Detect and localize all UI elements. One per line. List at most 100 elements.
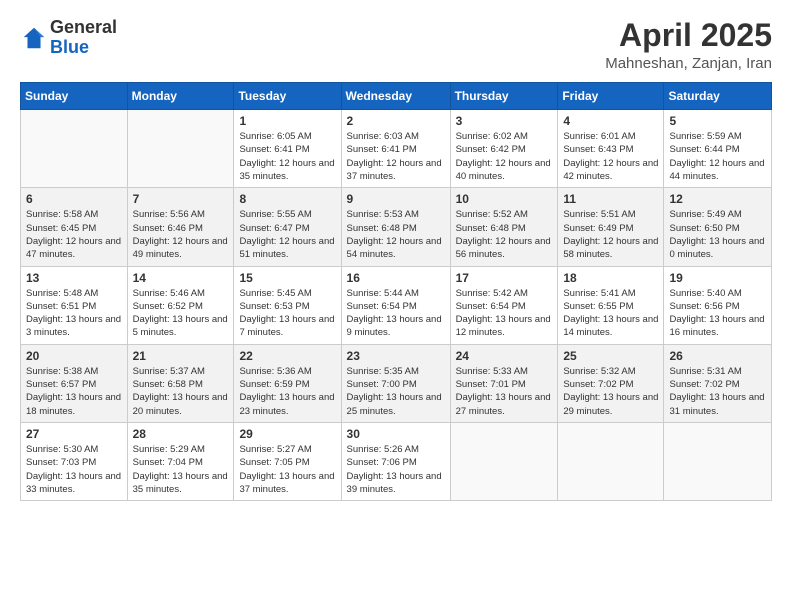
day-info: Sunrise: 6:03 AMSunset: 6:41 PMDaylight:…	[347, 130, 445, 183]
day-info: Sunrise: 5:55 AMSunset: 6:47 PMDaylight:…	[239, 208, 335, 261]
day-info: Sunrise: 5:32 AMSunset: 7:02 PMDaylight:…	[563, 365, 658, 418]
location-title: Mahneshan, Zanjan, Iran	[605, 55, 772, 72]
day-number: 7	[133, 192, 229, 206]
calendar-cell: 27 Sunrise: 5:30 AMSunset: 7:03 PMDayligh…	[21, 422, 128, 500]
weekday-header-thursday: Thursday	[450, 83, 558, 110]
day-number: 15	[239, 271, 335, 285]
day-info: Sunrise: 5:44 AMSunset: 6:54 PMDaylight:…	[347, 287, 445, 340]
day-number: 20	[26, 349, 122, 363]
day-info: Sunrise: 5:31 AMSunset: 7:02 PMDaylight:…	[669, 365, 766, 418]
day-info: Sunrise: 5:49 AMSunset: 6:50 PMDaylight:…	[669, 208, 766, 261]
calendar-cell: 17 Sunrise: 5:42 AMSunset: 6:54 PMDayligh…	[450, 266, 558, 344]
weekday-header-wednesday: Wednesday	[341, 83, 450, 110]
weekday-header-row: SundayMondayTuesdayWednesdayThursdayFrid…	[21, 83, 772, 110]
day-info: Sunrise: 5:30 AMSunset: 7:03 PMDaylight:…	[26, 443, 122, 496]
day-number: 6	[26, 192, 122, 206]
calendar-cell: 28 Sunrise: 5:29 AMSunset: 7:04 PMDayligh…	[127, 422, 234, 500]
weekday-header-monday: Monday	[127, 83, 234, 110]
day-number: 19	[669, 271, 766, 285]
calendar-cell	[664, 422, 772, 500]
calendar-cell: 14 Sunrise: 5:46 AMSunset: 6:52 PMDayligh…	[127, 266, 234, 344]
calendar-cell: 19 Sunrise: 5:40 AMSunset: 6:56 PMDayligh…	[664, 266, 772, 344]
calendar-cell: 23 Sunrise: 5:35 AMSunset: 7:00 PMDayligh…	[341, 344, 450, 422]
day-info: Sunrise: 5:29 AMSunset: 7:04 PMDaylight:…	[133, 443, 229, 496]
day-number: 2	[347, 114, 445, 128]
calendar-cell: 10 Sunrise: 5:52 AMSunset: 6:48 PMDayligh…	[450, 188, 558, 266]
day-number: 24	[456, 349, 553, 363]
day-number: 9	[347, 192, 445, 206]
calendar-cell: 22Sunrise: 5:36 AMSunset: 6:59 PMDayligh…	[234, 344, 341, 422]
day-number: 28	[133, 427, 229, 441]
day-number: 25	[563, 349, 658, 363]
calendar-cell: 20Sunrise: 5:38 AMSunset: 6:57 PMDayligh…	[21, 344, 128, 422]
day-number: 21	[133, 349, 229, 363]
day-number: 13	[26, 271, 122, 285]
day-number: 29	[239, 427, 335, 441]
title-block: April 2025 Mahneshan, Zanjan, Iran	[605, 18, 772, 72]
calendar-cell	[21, 110, 128, 188]
day-info: Sunrise: 5:59 AMSunset: 6:44 PMDaylight:…	[669, 130, 766, 183]
day-number: 10	[456, 192, 553, 206]
day-number: 23	[347, 349, 445, 363]
logo-blue: Blue	[50, 37, 89, 57]
day-info: Sunrise: 5:51 AMSunset: 6:49 PMDaylight:…	[563, 208, 658, 261]
calendar-cell	[450, 422, 558, 500]
month-title: April 2025	[605, 18, 772, 53]
day-number: 27	[26, 427, 122, 441]
calendar-cell: 4 Sunrise: 6:01 AMSunset: 6:43 PMDaylight…	[558, 110, 664, 188]
calendar-cell: 7 Sunrise: 5:56 AMSunset: 6:46 PMDaylight…	[127, 188, 234, 266]
week-row-4: 20Sunrise: 5:38 AMSunset: 6:57 PMDayligh…	[21, 344, 772, 422]
week-row-5: 27 Sunrise: 5:30 AMSunset: 7:03 PMDayligh…	[21, 422, 772, 500]
calendar-cell: 9 Sunrise: 5:53 AMSunset: 6:48 PMDaylight…	[341, 188, 450, 266]
day-info: Sunrise: 5:33 AMSunset: 7:01 PMDaylight:…	[456, 365, 553, 418]
day-info: Sunrise: 5:52 AMSunset: 6:48 PMDaylight:…	[456, 208, 553, 261]
day-info: Sunrise: 5:35 AMSunset: 7:00 PMDaylight:…	[347, 365, 445, 418]
day-number: 17	[456, 271, 553, 285]
calendar-cell: 26 Sunrise: 5:31 AMSunset: 7:02 PMDayligh…	[664, 344, 772, 422]
day-number: 11	[563, 192, 658, 206]
week-row-1: 1 Sunrise: 6:05 AMSunset: 6:41 PMDaylight…	[21, 110, 772, 188]
calendar-cell: 11 Sunrise: 5:51 AMSunset: 6:49 PMDayligh…	[558, 188, 664, 266]
day-info: Sunrise: 5:26 AMSunset: 7:06 PMDaylight:…	[347, 443, 445, 496]
day-number: 16	[347, 271, 445, 285]
day-info: Sunrise: 6:02 AMSunset: 6:42 PMDaylight:…	[456, 130, 553, 183]
weekday-header-friday: Friday	[558, 83, 664, 110]
weekday-header-tuesday: Tuesday	[234, 83, 341, 110]
day-info: Sunrise: 5:27 AMSunset: 7:05 PMDaylight:…	[239, 443, 335, 496]
calendar-cell: 18 Sunrise: 5:41 AMSunset: 6:55 PMDayligh…	[558, 266, 664, 344]
day-number: 26	[669, 349, 766, 363]
calendar-cell: 15Sunrise: 5:45 AMSunset: 6:53 PMDayligh…	[234, 266, 341, 344]
logo-text: General Blue	[50, 18, 117, 58]
day-info: Sunrise: 5:56 AMSunset: 6:46 PMDaylight:…	[133, 208, 229, 261]
day-number: 18	[563, 271, 658, 285]
calendar-cell: 13Sunrise: 5:48 AMSunset: 6:51 PMDayligh…	[21, 266, 128, 344]
calendar-table: SundayMondayTuesdayWednesdayThursdayFrid…	[20, 82, 772, 501]
calendar-cell	[127, 110, 234, 188]
day-info: Sunrise: 6:05 AMSunset: 6:41 PMDaylight:…	[239, 130, 335, 183]
day-number: 4	[563, 114, 658, 128]
calendar-cell: 5 Sunrise: 5:59 AMSunset: 6:44 PMDaylight…	[664, 110, 772, 188]
day-info: Sunrise: 6:01 AMSunset: 6:43 PMDaylight:…	[563, 130, 658, 183]
weekday-header-sunday: Sunday	[21, 83, 128, 110]
logo: General Blue	[20, 18, 117, 58]
day-info: Sunrise: 5:53 AMSunset: 6:48 PMDaylight:…	[347, 208, 445, 261]
logo-general: General	[50, 17, 117, 37]
calendar-cell: 25 Sunrise: 5:32 AMSunset: 7:02 PMDayligh…	[558, 344, 664, 422]
day-number: 3	[456, 114, 553, 128]
day-number: 22	[239, 349, 335, 363]
calendar-cell: 29 Sunrise: 5:27 AMSunset: 7:05 PMDayligh…	[234, 422, 341, 500]
day-info: Sunrise: 5:40 AMSunset: 6:56 PMDaylight:…	[669, 287, 766, 340]
calendar-cell: 2 Sunrise: 6:03 AMSunset: 6:41 PMDaylight…	[341, 110, 450, 188]
day-number: 1	[239, 114, 335, 128]
day-info: Sunrise: 5:37 AMSunset: 6:58 PMDaylight:…	[133, 365, 229, 418]
day-info: Sunrise: 5:42 AMSunset: 6:54 PMDaylight:…	[456, 287, 553, 340]
day-number: 14	[133, 271, 229, 285]
page: General Blue April 2025 Mahneshan, Zanja…	[0, 0, 792, 612]
calendar-cell: 30Sunrise: 5:26 AMSunset: 7:06 PMDayligh…	[341, 422, 450, 500]
calendar-cell: 3 Sunrise: 6:02 AMSunset: 6:42 PMDaylight…	[450, 110, 558, 188]
day-info: Sunrise: 5:41 AMSunset: 6:55 PMDaylight:…	[563, 287, 658, 340]
calendar-cell: 6Sunrise: 5:58 AMSunset: 6:45 PMDaylight…	[21, 188, 128, 266]
day-number: 5	[669, 114, 766, 128]
day-info: Sunrise: 5:46 AMSunset: 6:52 PMDaylight:…	[133, 287, 229, 340]
calendar-cell	[558, 422, 664, 500]
